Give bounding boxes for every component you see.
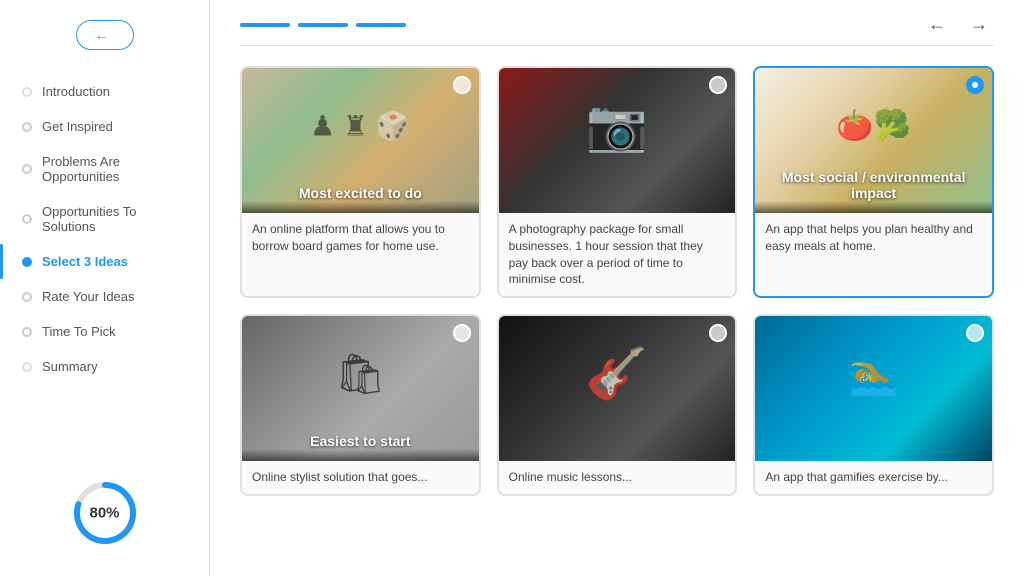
sidebar-item-select-ideas[interactable]: Select 3 Ideas (10, 244, 199, 279)
nav-dot-time-to-pick (22, 327, 32, 337)
card-overlay-board-games: Most excited to do (242, 201, 479, 213)
card-image-pool (755, 316, 992, 461)
progress-value: 80% (89, 505, 119, 522)
card-photography[interactable]: A photography package for small business… (497, 66, 738, 298)
nav-dot-problems (22, 164, 32, 174)
nav-label-time-to-pick: Time To Pick (42, 324, 116, 339)
main-header: ← → (240, 0, 994, 46)
nav-label-get-inspired: Get Inspired (42, 119, 113, 134)
progress-circle: 80% (70, 478, 140, 548)
main-content: ← → Most excited to doAn online platform… (210, 0, 1024, 576)
card-tag-shop: Easiest to start (242, 429, 479, 453)
card-description-board-games: An online platform that allows you to bo… (242, 213, 479, 263)
back-arrow-icon: ← (95, 27, 109, 43)
sidebar-item-problems[interactable]: Problems Are Opportunities (10, 144, 199, 194)
card-description-pool: An app that gamifies exercise by... (755, 461, 992, 494)
card-description-photography: A photography package for small business… (499, 213, 736, 296)
sidebar-item-summary[interactable]: Summary (10, 349, 199, 384)
nav-label-introduction: Introduction (42, 84, 110, 99)
card-description-cooking: An app that helps you plan healthy and e… (755, 213, 992, 263)
card-image-board-games: Most excited to do (242, 68, 479, 213)
nav-dot-introduction (22, 87, 32, 97)
nav-arrows: ← → (922, 12, 994, 37)
sidebar-item-rate-ideas[interactable]: Rate Your Ideas (10, 279, 199, 314)
step-bar-1 (240, 23, 290, 27)
card-image-guitar (499, 316, 736, 461)
step-indicators (240, 23, 406, 27)
card-board-games[interactable]: Most excited to doAn online platform tha… (240, 66, 481, 298)
step-bar-2 (298, 23, 348, 27)
nav-label-summary: Summary (42, 359, 98, 374)
card-tag-cooking: Most social / environmental impact (755, 165, 992, 205)
progress-section: 80% (70, 478, 140, 556)
card-description-shop: Online stylist solution that goes... (242, 461, 479, 494)
nav-dot-get-inspired (22, 122, 32, 132)
sidebar-item-time-to-pick[interactable]: Time To Pick (10, 314, 199, 349)
nav-dot-select-ideas (22, 257, 32, 267)
card-pool[interactable]: An app that gamifies exercise by... (753, 314, 994, 496)
sidebar-item-opportunities[interactable]: Opportunities To Solutions (10, 194, 199, 244)
cards-grid: Most excited to doAn online platform tha… (240, 66, 994, 496)
card-image-photography (499, 68, 736, 213)
card-guitar[interactable]: Online music lessons... (497, 314, 738, 496)
card-description-guitar: Online music lessons... (499, 461, 736, 494)
nav-label-select-ideas: Select 3 Ideas (42, 254, 128, 269)
nav-dot-summary (22, 362, 32, 372)
nav-dot-rate-ideas (22, 292, 32, 302)
card-selector-board-games (453, 76, 471, 94)
card-selector-photography (709, 76, 727, 94)
card-image-shop: Easiest to start (242, 316, 479, 461)
sidebar: ← Introduction Get Inspired Problems Are O… (0, 0, 210, 576)
sidebar-item-introduction[interactable]: Introduction (10, 74, 199, 109)
nav-label-opportunities: Opportunities To Solutions (42, 204, 187, 234)
card-selector-pool (966, 324, 984, 342)
back-button[interactable]: ← (76, 20, 134, 50)
card-shop[interactable]: Easiest to startOnline stylist solution … (240, 314, 481, 496)
card-cooking[interactable]: Most social / environmental impactAn app… (753, 66, 994, 298)
card-selector-shop (453, 324, 471, 342)
card-overlay-cooking: Most social / environmental impact (755, 201, 992, 213)
card-tag-board-games: Most excited to do (242, 181, 479, 205)
card-image-cooking: Most social / environmental impact (755, 68, 992, 213)
next-arrow[interactable]: → (964, 12, 994, 37)
sidebar-item-get-inspired[interactable]: Get Inspired (10, 109, 199, 144)
card-overlay-shop: Easiest to start (242, 449, 479, 461)
prev-arrow[interactable]: ← (922, 12, 952, 37)
nav-dot-opportunities (22, 214, 32, 224)
step-bar-3 (356, 23, 406, 27)
sidebar-nav: Introduction Get Inspired Problems Are Opp… (0, 74, 209, 384)
nav-label-rate-ideas: Rate Your Ideas (42, 289, 135, 304)
card-selector-guitar (709, 324, 727, 342)
card-selector-cooking (966, 76, 984, 94)
nav-label-problems: Problems Are Opportunities (42, 154, 187, 184)
